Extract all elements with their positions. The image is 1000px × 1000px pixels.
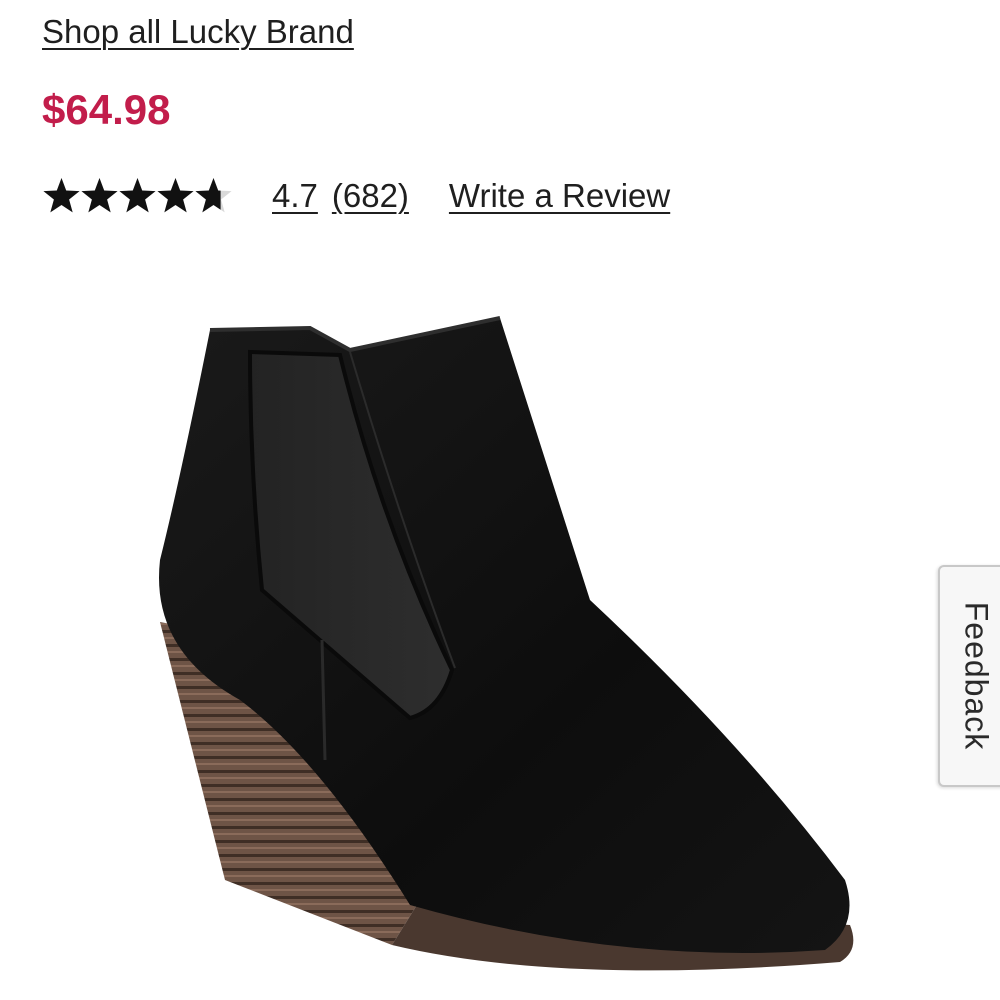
write-review-link[interactable]: Write a Review	[449, 176, 670, 216]
star-filled-1	[43, 178, 80, 213]
review-count-link[interactable]: (682)	[332, 176, 409, 216]
product-image[interactable]	[0, 250, 1000, 1000]
star-rating[interactable]	[42, 176, 234, 216]
stars-icon	[43, 178, 232, 213]
rating-score-link[interactable]: 4.7	[272, 176, 318, 216]
rating-row: 4.7 (682) Write a Review	[42, 172, 670, 220]
star-filled-2	[81, 178, 118, 213]
product-detail-page: Shop all Lucky Brand $64.98 4.7 (682) Wr…	[0, 0, 1000, 1000]
boot-image	[159, 316, 854, 971]
shop-brand-link[interactable]: Shop all Lucky Brand	[42, 12, 354, 52]
product-price: $64.98	[42, 86, 171, 133]
star-filled-3	[119, 178, 156, 213]
feedback-tab[interactable]: Feedback	[938, 565, 1000, 787]
star-filled-4	[157, 178, 194, 213]
feedback-label: Feedback	[958, 601, 995, 751]
